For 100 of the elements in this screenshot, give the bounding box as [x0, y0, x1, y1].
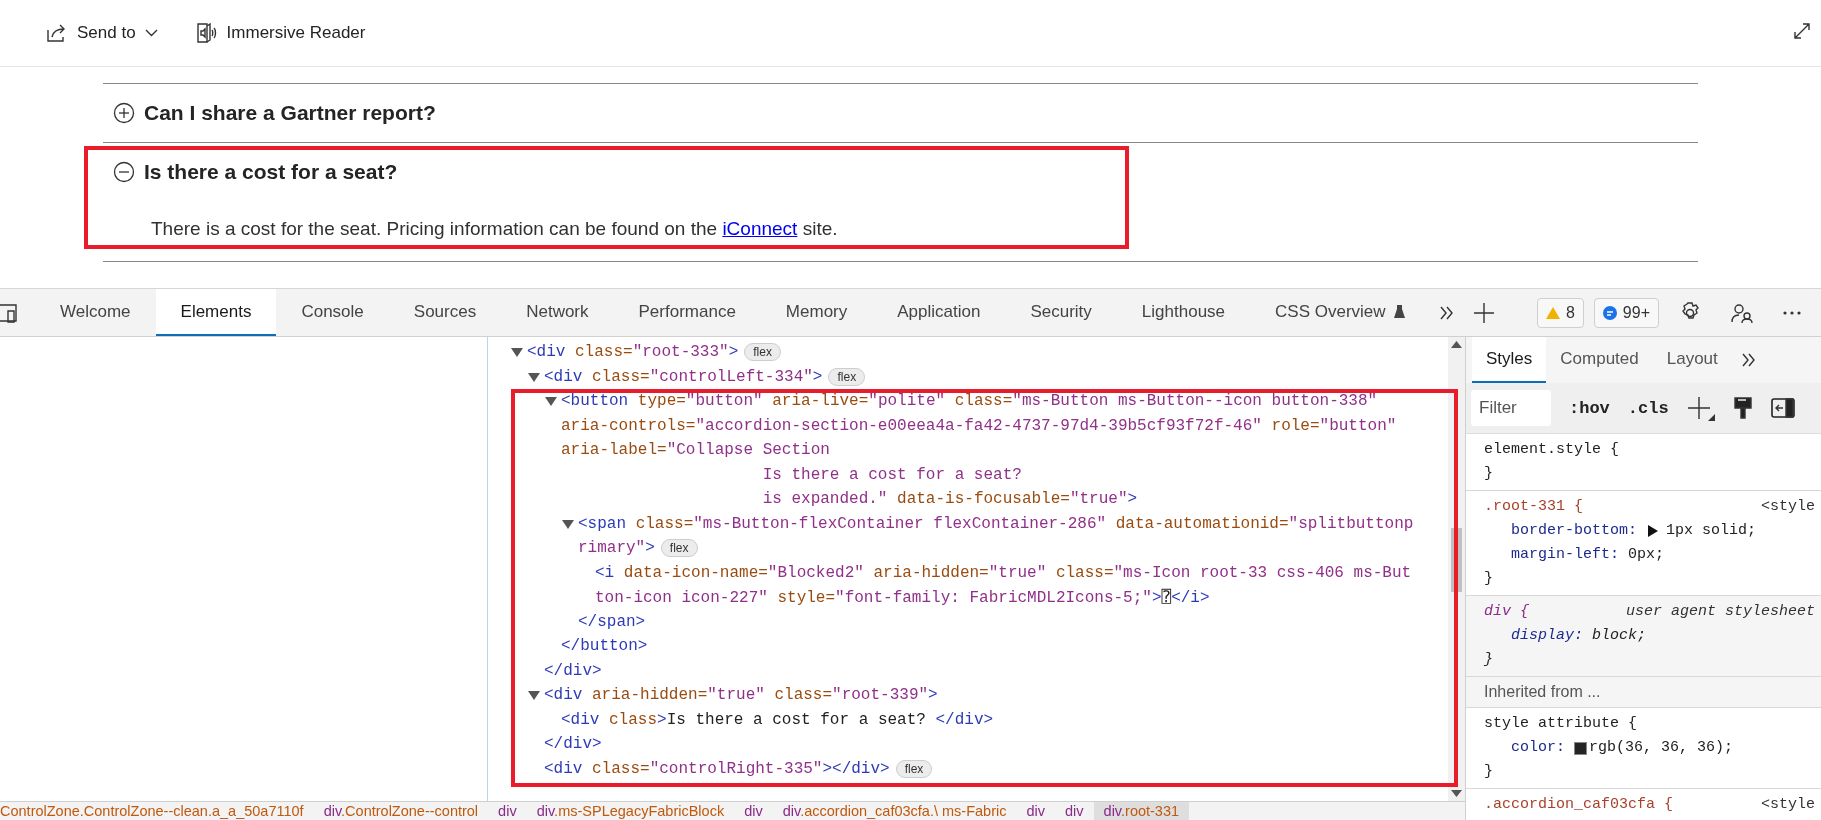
scrollbar-thumb[interactable]: [1451, 528, 1462, 592]
styles-tab[interactable]: Computed: [1546, 337, 1653, 383]
devtools-tab[interactable]: Elements: [155, 289, 277, 336]
code-line: <div class="controlRight-335"></div>: [544, 759, 890, 778]
css-property: margin-left:: [1511, 545, 1620, 565]
plus-icon[interactable]: [1473, 302, 1494, 323]
flex-badge[interactable]: flex: [828, 367, 866, 386]
immersive-reader-button[interactable]: Immersive Reader: [193, 18, 368, 48]
code-line: aria-controls="accordion-section-e00eea4a-fa42-4737-97d4-39b5cf93f72f-46" role="button": [561, 416, 1397, 435]
rule-source[interactable]: <style: [1761, 793, 1815, 817]
breadcrumb-item[interactable]: div: [734, 802, 773, 820]
people-icon[interactable]: [1731, 301, 1753, 324]
devtools-tab[interactable]: Application: [872, 289, 1006, 336]
devtools-tab[interactable]: Welcome: [35, 289, 156, 336]
new-rule-icon[interactable]: [1686, 395, 1715, 421]
flask-icon: [1393, 305, 1405, 318]
code-line: <div class="root-333">: [527, 343, 739, 362]
devtools-tab[interactable]: CSS Overview: [1250, 289, 1430, 336]
plus-circle-icon[interactable]: [113, 102, 135, 124]
devtools-tab[interactable]: Sources: [388, 289, 502, 336]
closing-brace: }: [1484, 570, 1493, 587]
breadcrumb-item[interactable]: ControlZone.ControlZone--clean.a_a_50a7110f: [0, 802, 314, 820]
code-line: </span>: [578, 612, 646, 631]
expand-triangle-icon[interactable]: [1648, 525, 1659, 537]
expander-triangle-icon[interactable]: [528, 371, 540, 382]
breadcrumb-item[interactable]: div: [488, 802, 527, 820]
toggle-button[interactable]: :hov: [1569, 398, 1610, 418]
chevron-down-icon: [144, 29, 158, 37]
flex-badge[interactable]: flex: [660, 539, 698, 558]
code-line: </button>: [561, 637, 648, 656]
expander-triangle-icon[interactable]: [562, 518, 574, 529]
closing-brace: }: [1484, 763, 1493, 780]
color-swatch[interactable]: [1574, 741, 1588, 755]
devtools-tab[interactable]: Security: [1005, 289, 1117, 336]
minus-circle-icon[interactable]: [113, 161, 135, 183]
more-tabs-icon[interactable]: [1741, 353, 1756, 367]
css-selector: .accordion_caf03cfa {: [1484, 795, 1674, 815]
code-line: ton-icon icon-227" style="font-family: FabricMDL2Icons-5;">⍰</i>: [595, 587, 1210, 608]
styles-tab[interactable]: Layout: [1652, 337, 1732, 383]
code-line: rimary">: [578, 539, 655, 558]
toggle-button[interactable]: .cls: [1627, 398, 1669, 418]
styles-tab[interactable]: Styles: [1472, 337, 1547, 383]
inherited-header: Inherited from ...: [1466, 677, 1821, 708]
devtools-tab[interactable]: Memory: [760, 289, 873, 336]
breadcrumb-item[interactable]: div.ms-SPLegacyFabricBlock: [526, 802, 735, 820]
expand-icon[interactable]: [1793, 22, 1811, 40]
breadcrumb-item[interactable]: div: [1055, 802, 1094, 820]
message-icon: [1602, 305, 1617, 320]
code-line: <button type="button" aria-live="polite" class="ms-Button ms-Button--icon button-338": [561, 392, 1378, 411]
css-selector: div {: [1484, 602, 1529, 622]
code-line: <span class="ms-Button-flexContainer flexContainer-286" data-automationid="splitbuttonp: [578, 514, 1414, 533]
expander-triangle-icon[interactable]: [511, 347, 523, 358]
scroll-up-icon[interactable]: [1451, 341, 1462, 348]
code-line: <i data-icon-name="Blocked2" aria-hidden="true" class="ms-Icon root-33 css-406 ms-But: [595, 563, 1412, 582]
link[interactable]: iConnect: [722, 218, 798, 239]
devtools-tab[interactable]: Console: [276, 289, 389, 336]
code-line: <div aria-hidden="true" class="root-339">: [544, 686, 938, 705]
code-line: aria-label="Collapse Section: [561, 441, 830, 460]
rule-source[interactable]: <style: [1761, 495, 1815, 519]
breadcrumb-item[interactable]: div.root-331: [1093, 802, 1190, 820]
css-property: border-bottom:: [1511, 521, 1638, 541]
expander-triangle-icon[interactable]: [545, 396, 557, 407]
devtools-tab[interactable]: Network: [501, 289, 614, 336]
expander-triangle-icon[interactable]: [528, 690, 540, 701]
send-to-button[interactable]: Send to: [44, 19, 160, 47]
css-selector: element.style {: [1484, 440, 1620, 460]
device-toolbar-icon[interactable]: [0, 301, 20, 324]
css-value: block;: [1592, 626, 1647, 646]
breadcrumb-item[interactable]: div.ControlZone--control: [313, 802, 489, 820]
code-line: </div>: [544, 735, 602, 754]
css-selector: .root-331 {: [1484, 497, 1584, 517]
flex-badge[interactable]: flex: [744, 343, 781, 362]
breadcrumb-item[interactable]: div: [1016, 802, 1055, 820]
code-line: <div class>Is there a cost for a seat? </div>: [561, 710, 994, 729]
closing-brace: }: [1484, 651, 1493, 668]
book-speaker-icon: [195, 22, 218, 44]
devtools-tab[interactable]: Lighthouse: [1116, 289, 1251, 336]
messages-badge[interactable]: 99+: [1593, 297, 1659, 328]
code-line: </div>: [544, 661, 602, 680]
code-line: is expanded." data-is-focusable="true">: [761, 490, 1138, 509]
code-line: <div class="controlLeft-334">: [544, 367, 823, 386]
flex-badge[interactable]: flex: [895, 759, 933, 778]
accordion-heading[interactable]: Is there a cost for a seat?: [144, 160, 398, 184]
css-property: display:: [1511, 626, 1583, 646]
css-value: 0px;: [1628, 545, 1665, 565]
more-icon[interactable]: [1783, 310, 1801, 315]
warnings-badge[interactable]: 8: [1536, 297, 1584, 328]
css-value: 1px solid;: [1666, 521, 1757, 541]
more-tabs-icon[interactable]: [1439, 305, 1454, 320]
filter-field[interactable]: Filter: [1471, 390, 1551, 426]
paint-roller-icon[interactable]: [1732, 396, 1753, 420]
accordion-heading[interactable]: Can I share a Gartner report?: [144, 101, 436, 125]
answer-text: There is a cost for the seat. Pricing information can be found on the iConnect site.: [151, 217, 839, 241]
sidebar-toggle-icon[interactable]: [1770, 398, 1795, 418]
css-value: rgb(36, 36, 36);: [1589, 738, 1734, 758]
closing-brace: }: [1484, 465, 1493, 482]
devtools-tab[interactable]: Performance: [613, 289, 761, 336]
rule-source[interactable]: user agent stylesheet: [1625, 600, 1815, 624]
breadcrumb-item[interactable]: div.accordion_caf03cfa.\ ms-Fabric: [772, 802, 1017, 820]
scroll-down-icon[interactable]: [1451, 790, 1462, 797]
